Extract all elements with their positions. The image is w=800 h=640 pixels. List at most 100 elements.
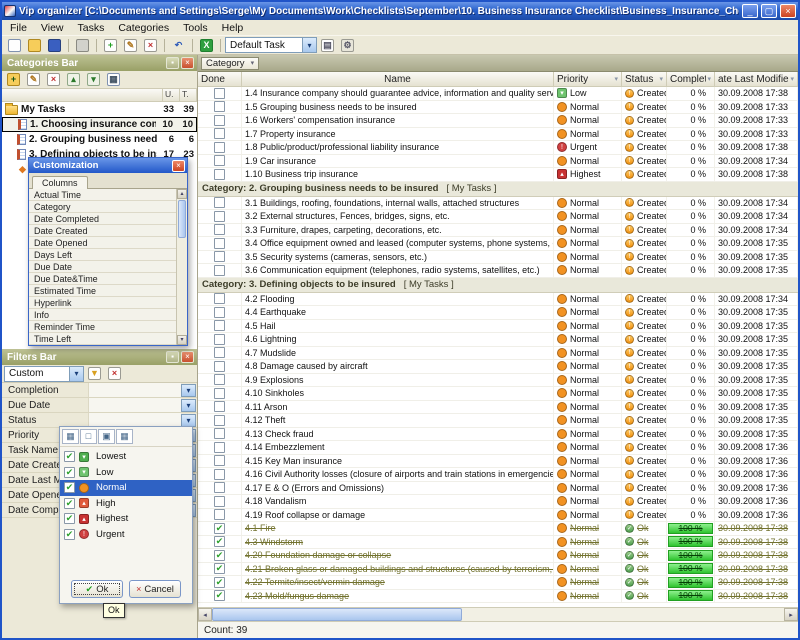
task-row[interactable]: 4.10 SinkholesNormal!Created0 %30.09.200… [198,387,798,401]
task-checkbox[interactable] [214,224,225,235]
task-row[interactable]: 3.1 Buildings, roofing, foundations, int… [198,197,798,211]
task-checkbox[interactable] [214,401,225,412]
task-checkbox[interactable]: ✔ [214,563,225,574]
task-checkbox[interactable] [214,88,225,99]
task-checkbox[interactable]: ✔ [214,590,225,601]
task-checkbox[interactable] [214,347,225,358]
task-row[interactable]: 4.19 Roof collapse or damageNormal!Creat… [198,509,798,523]
task-checkbox[interactable] [214,142,225,153]
close-button[interactable]: × [780,4,796,18]
priority-option-highest[interactable]: ✔▴Highest [60,511,192,527]
priority-option-normal[interactable]: ✔Normal [60,480,192,496]
group-by-chip-category[interactable]: Category ▾ [201,57,259,70]
scroll-right-icon[interactable]: ▸ [784,608,798,621]
option-checkbox[interactable]: ✔ [64,513,75,524]
chevron-down-icon[interactable]: ▾ [181,399,196,412]
edit-task-button[interactable]: ✎ [121,37,140,54]
task-checkbox[interactable] [214,455,225,466]
task-checkbox[interactable] [214,211,225,222]
scrollbar-track[interactable] [462,608,784,621]
task-row[interactable]: 4.14 EmbezzlementNormal!Created0 %30.09.… [198,441,798,455]
task-checkbox[interactable] [214,101,225,112]
task-row[interactable]: 3.3 Furniture, drapes, carpeting, decora… [198,224,798,238]
task-checkbox[interactable]: ✔ [214,577,225,588]
filter-preset-combo[interactable]: Custom ▾ [4,366,84,382]
close-icon[interactable]: × [172,160,185,172]
column-header-ate-last-modifie[interactable]: ate Last Modifie▾ [715,72,798,87]
task-row[interactable]: 4.18 VandalismNormal!Created0 %30.09.200… [198,495,798,509]
task-row[interactable]: 3.2 External structures, Fences, bridges… [198,210,798,224]
task-checkbox[interactable]: ✔ [214,536,225,547]
task-checkbox[interactable] [214,155,225,166]
task-checkbox[interactable] [214,320,225,331]
task-row[interactable]: 1.6 Workers' compensation insuranceNorma… [198,114,798,128]
task-row[interactable]: 4.5 HailNormal!Created0 %30.09.2008 17:3… [198,320,798,334]
chevron-down-icon[interactable]: ▾ [181,414,196,427]
columns-button[interactable]: ▦ [104,71,123,88]
column-list-item[interactable]: Due Date [29,261,176,273]
task-type-combo[interactable]: Default Task ▾ [225,37,317,53]
add-category-button[interactable]: + [4,71,23,88]
task-row[interactable]: 4.2 FloodingNormal!Created0 %30.09.2008 … [198,293,798,307]
new-from-template-button[interactable]: ▤ [318,37,337,54]
print-button[interactable] [73,37,92,54]
column-list-item[interactable]: Date Opened [29,237,176,249]
column-list-item[interactable]: Hyperlink [29,297,176,309]
task-checkbox[interactable] [214,197,225,208]
scroll-left-icon[interactable]: ◂ [198,608,212,621]
task-checkbox[interactable] [214,469,225,480]
task-row[interactable]: 4.8 Damage caused by aircraftNormal!Crea… [198,360,798,374]
task-row[interactable]: 4.16 Civil Authority losses (closure of … [198,468,798,482]
scrollbar-track[interactable] [177,239,187,335]
task-checkbox[interactable] [214,115,225,126]
task-row[interactable]: ✔4.20 Foundation damage or collapseNorma… [198,549,798,563]
task-checkbox[interactable] [214,496,225,507]
chevron-down-icon[interactable]: ▾ [69,367,83,381]
pin-icon[interactable]: ▪ [166,57,179,69]
priority-filter-popup[interactable]: ▦□▣▦ ✔▾Lowest✔▾Low✔Normal✔▴High✔▴Highest… [59,426,193,604]
delete-task-button[interactable]: × [141,37,160,54]
task-row[interactable]: 1.8 Public/product/professional liabilit… [198,141,798,155]
select-none-icon[interactable]: □ [80,429,97,444]
task-checkbox[interactable] [214,238,225,249]
grid-icon[interactable]: ▦ [116,429,133,444]
column-list-item[interactable]: Due Date&Time [29,273,176,285]
column-list-item[interactable]: Date Created [29,225,176,237]
column-list-item[interactable]: Estimated Time [29,285,176,297]
task-checkbox[interactable] [214,251,225,262]
menu-tools[interactable]: Tools [176,22,215,34]
task-row[interactable]: 4.12 TheftNormal!Created0 %30.09.2008 17… [198,414,798,428]
ok-button[interactable]: ✔ Ok [71,580,123,598]
task-checkbox[interactable] [214,442,225,453]
option-checkbox[interactable]: ✔ [64,467,75,478]
scrollbar-thumb[interactable] [212,608,462,621]
task-checkbox[interactable] [214,374,225,385]
tree-column-uncompleted[interactable]: U. [163,89,180,102]
column-list-item[interactable]: Date Completed [29,213,176,225]
task-row[interactable]: 4.6 LightningNormal!Created0 %30.09.2008… [198,333,798,347]
edit-filter-button[interactable]: ▼ [85,365,104,382]
invert-selection-icon[interactable]: ▣ [98,429,115,444]
option-checkbox[interactable]: ✔ [64,498,75,509]
pin-icon[interactable]: ▪ [166,351,179,363]
column-list-item[interactable]: Days Left [29,249,176,261]
maximize-button[interactable]: ▢ [761,4,777,18]
task-row[interactable]: 4.4 EarthquakeNormal!Created0 %30.09.200… [198,306,798,320]
export-button[interactable]: X [197,37,216,54]
menu-tasks[interactable]: Tasks [71,22,112,34]
settings-button[interactable]: ⚙ [338,37,357,54]
clear-filter-button[interactable]: × [105,365,124,382]
task-row[interactable]: ✔4.22 Termite/insect/vermin damageNormal… [198,576,798,590]
close-panel-icon[interactable]: × [181,57,194,69]
task-row[interactable]: 4.11 ArsonNormal!Created0 %30.09.2008 17… [198,401,798,415]
move-up-button[interactable]: ▴ [64,71,83,88]
minimize-button[interactable]: _ [742,4,758,18]
task-checkbox[interactable] [214,307,225,318]
category-tree-item[interactable]: 2. Grouping business needs to be insured… [2,132,197,147]
new-document-button[interactable] [5,37,24,54]
add-task-button[interactable]: + [101,37,120,54]
priority-option-urgent[interactable]: ✔!Urgent [60,527,192,543]
task-row[interactable]: ✔4.3 WindstormNormal✓Ok100 %30.09.2008 1… [198,536,798,550]
task-row[interactable]: 4.7 MudslideNormal!Created0 %30.09.2008 … [198,347,798,361]
chevron-down-icon[interactable]: ▾ [302,38,316,52]
